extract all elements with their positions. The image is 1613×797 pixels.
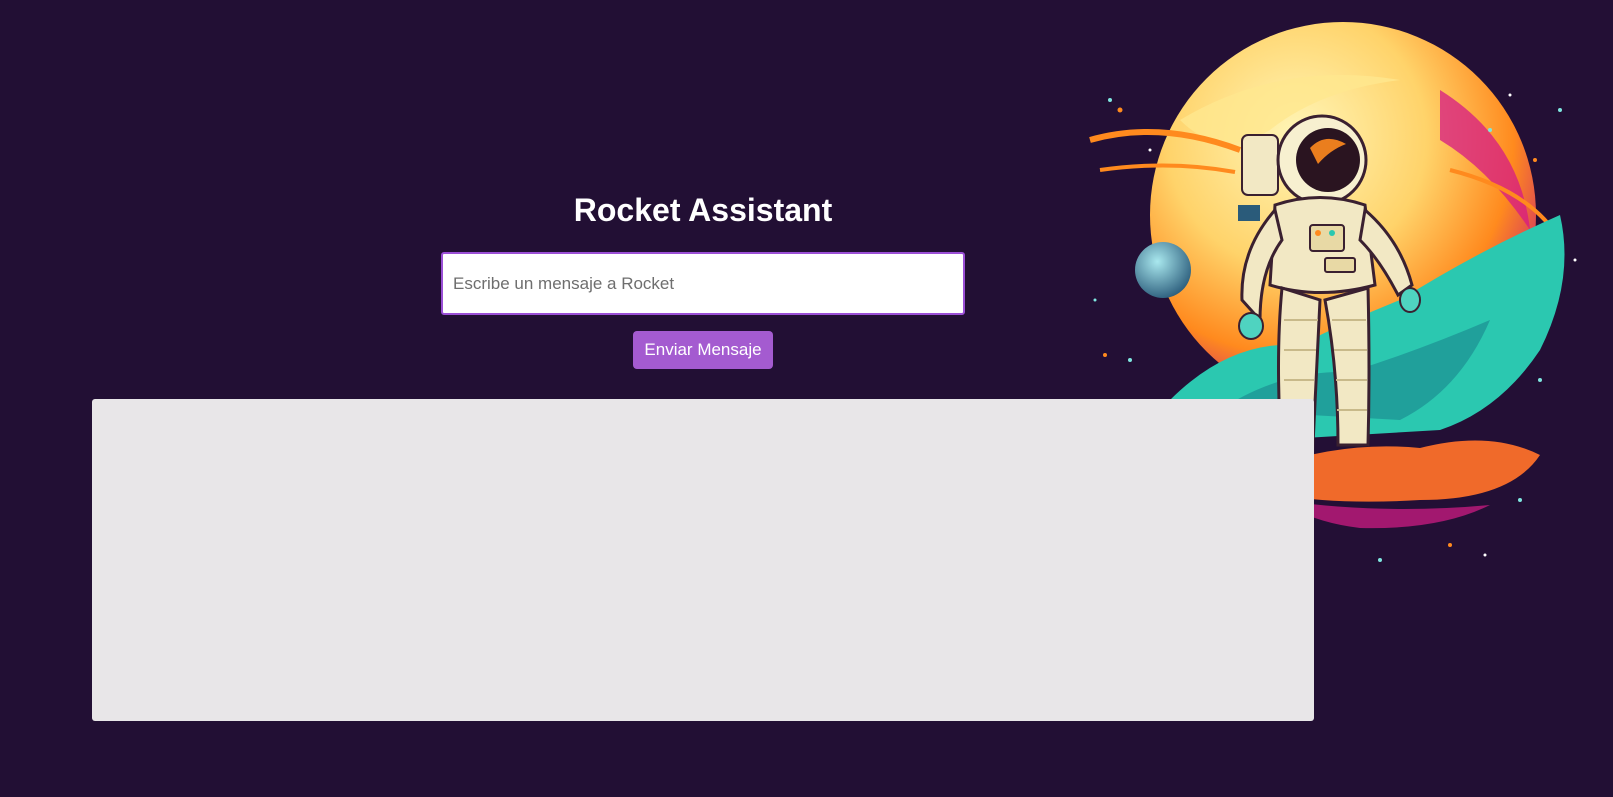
response-panel (92, 399, 1314, 721)
message-input[interactable] (441, 252, 965, 315)
page-title: Rocket Assistant (573, 192, 833, 228)
send-message-button[interactable]: Enviar Mensaje (633, 331, 773, 369)
